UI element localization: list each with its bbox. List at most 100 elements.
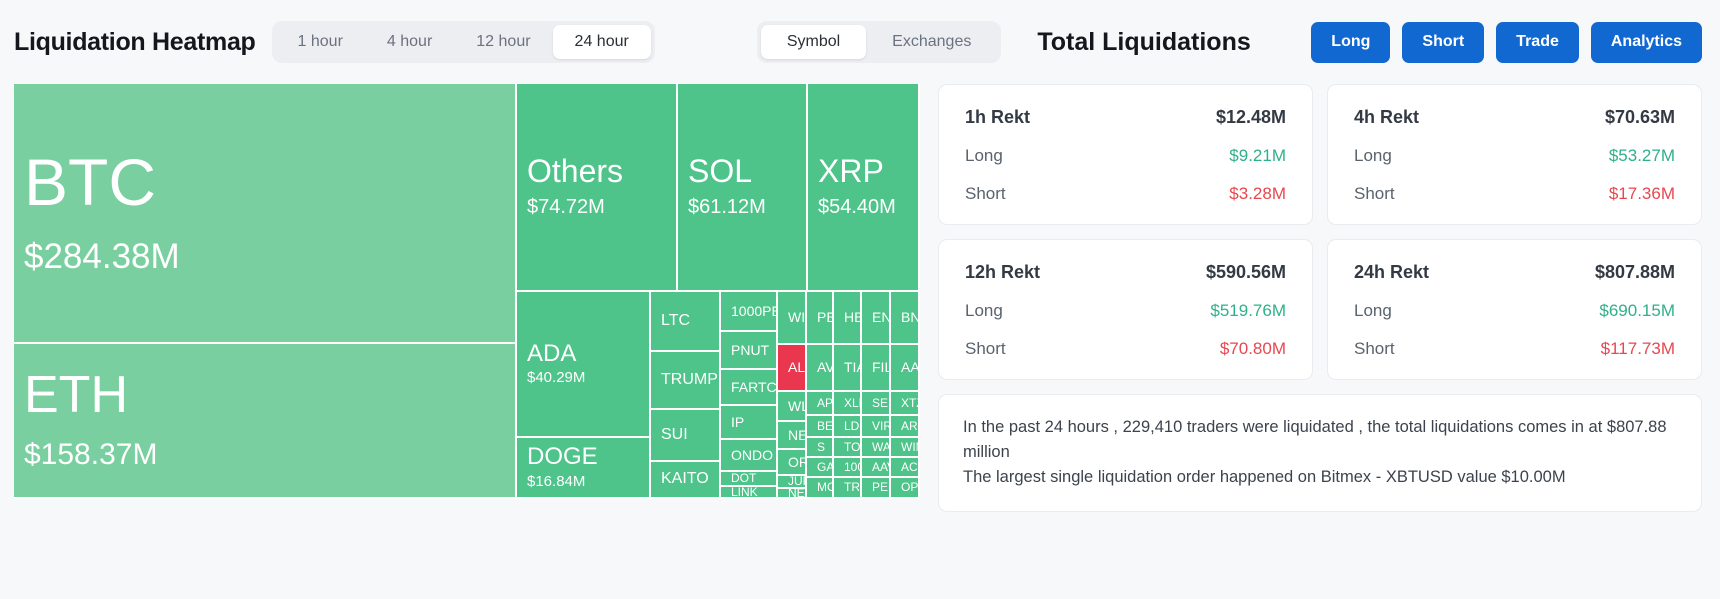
treemap-tile-near[interactable]: NEAR$3.00M [778, 489, 807, 499]
tile-value: $54.40M [818, 195, 896, 218]
tile-symbol: SOL [688, 153, 753, 190]
long-value: $690.15M [1599, 301, 1675, 320]
treemap-tile-pnut[interactable]: PNUT$8.40M [721, 332, 778, 370]
treemap-tile-ondo[interactable]: ONDO$6.30M [721, 440, 778, 472]
treemap-tile-wld[interactable]: WLD$4.60M [778, 392, 807, 422]
treemap-tile-link[interactable]: LINK$5.10M [721, 487, 778, 499]
treemap-tile-bera[interactable]: BERA$3.10M [807, 416, 834, 438]
treemap-tile-avax[interactable]: AVAX$4.40M [807, 345, 834, 392]
treemap-tile-people[interactable]: PEOPLE$4.90M [807, 292, 834, 345]
tile-symbol: BTC [24, 145, 156, 220]
timeframe-btn-24-hour[interactable]: 24 hour [552, 25, 651, 59]
treemap-tile-wif[interactable]: WIF$5.90M [778, 292, 807, 345]
mode-btn-symbol[interactable]: Symbol [760, 25, 867, 59]
tile-symbol: ARB [901, 418, 918, 433]
treemap-tile-waves[interactable]: WAVES$2.20M [862, 438, 891, 458]
rekt-total: $807.88M [1594, 262, 1675, 282]
treemap-tile-pengu[interactable]: PENGU$1.70M [862, 478, 891, 499]
treemap-tile-ldo[interactable]: LDO$2.60M [834, 416, 862, 438]
treemap-tile-sei[interactable]: SEI$2.70M [862, 392, 891, 416]
long-label-row: Long $9.21M [965, 146, 1286, 166]
tile-symbol: ETH [24, 366, 128, 425]
timeframe-btn-4-hour[interactable]: 4 hour [365, 25, 454, 59]
tile-symbol: NEIRO [788, 426, 807, 443]
timeframe-btn-1-hour[interactable]: 1 hour [276, 25, 365, 59]
treemap-tile-1000pepe[interactable]: 1000PEPE$9.80M [721, 292, 778, 332]
treemap-tile-kaito[interactable]: KAITO$8.10M [651, 462, 721, 499]
treemap-tile-aave[interactable]: AAVE$1.90M [862, 458, 891, 478]
tile-symbol: 1000PEPE [731, 302, 776, 319]
treemap-tile-aave2[interactable]: AAVE2$3.50M [891, 345, 920, 392]
treemap-tile-sui[interactable]: SUI$11.40M [651, 410, 721, 462]
treemap-tile-arb[interactable]: ARB$2.30M [891, 416, 920, 438]
treemap-tile-doge[interactable]: DOGE $16.84M [517, 438, 651, 499]
summary-line-2: The largest single liquidation order hap… [963, 467, 1566, 486]
treemap-tile-btc[interactable]: BTC $284.38M [14, 84, 517, 344]
treemap-tile-win[interactable]: WIN$2.10M [891, 438, 920, 458]
timeframe-selector[interactable]: 1 hour 4 hour 12 hour 24 hour [271, 21, 655, 63]
treemap-tile-jup[interactable]: JUP$3.20M [778, 476, 807, 489]
treemap-tile-trx[interactable]: TRX$1.80M [834, 478, 862, 499]
treemap-tile-xrp[interactable]: XRP $54.40M [808, 84, 920, 292]
liquidation-treemap[interactable]: BTC $284.38M ETH $158.37M Others $74.72M SOL $6… [14, 84, 920, 499]
header-actions: Long Short Trade Analytics [1311, 21, 1702, 63]
long-button[interactable]: Long [1311, 21, 1391, 63]
treemap-tile-ton[interactable]: TON$2.30M [834, 438, 862, 458]
treemap-tile-ena[interactable]: ENA$4.00M [862, 292, 891, 345]
treemap-tile-dot[interactable]: DOT$5.40M [721, 472, 778, 487]
long-label-row: Long $690.15M [1354, 301, 1675, 321]
treemap-tile-hbar[interactable]: HBAR$4.20M [834, 292, 862, 345]
treemap-tile-bnb[interactable]: BNB$3.80M [891, 292, 920, 345]
grouping-mode-selector[interactable]: Symbol Exchanges [756, 21, 1002, 63]
rekt-title: 4h Rekt [1354, 107, 1420, 127]
treemap-tile-ltc[interactable]: LTC$14.22M [651, 292, 721, 352]
tile-symbol: ACT [901, 459, 918, 474]
tile-symbol: ADA [527, 339, 577, 367]
tile-symbol: LDO [844, 418, 860, 433]
treemap-tile-act[interactable]: ACT$1.80M [891, 458, 920, 478]
tile-symbol: TRX [844, 480, 860, 495]
analytics-button[interactable]: Analytics [1590, 21, 1702, 63]
long-label: Long [1354, 301, 1392, 320]
treemap-tile-op[interactable]: OP$1.60M [891, 478, 920, 499]
trade-button[interactable]: Trade [1496, 21, 1579, 63]
treemap-tile-ip[interactable]: IP$6.90M [721, 406, 778, 440]
treemap-tile-fil[interactable]: FIL$3.60M [862, 345, 891, 392]
tile-value: $61.12M [688, 195, 766, 218]
treemap-tile-neiro[interactable]: NEIRO$4.10M [778, 422, 807, 450]
tile-symbol: WIN [901, 439, 918, 454]
treemap-tile-sol[interactable]: SOL $61.12M [678, 84, 808, 292]
tile-symbol: TON [844, 439, 861, 454]
long-value: $519.76M [1210, 301, 1286, 320]
tile-symbol: WLD [788, 397, 805, 414]
tile-symbol: PNUT [731, 341, 770, 358]
treemap-tile-ada[interactable]: ADA $40.29M [517, 292, 651, 438]
tile-symbol: GALA [817, 459, 834, 474]
mode-btn-exchanges[interactable]: Exchanges [866, 25, 997, 59]
tile-symbol: FIL [872, 359, 891, 376]
treemap-tile-move[interactable]: MOVE$2.10M [807, 478, 834, 499]
treemap-tile-algo[interactable]: ALGO$5.20M [778, 345, 807, 392]
tile-symbol: KAITO [661, 470, 709, 488]
tile-symbol: OP [901, 480, 919, 495]
short-button[interactable]: Short [1402, 21, 1485, 63]
treemap-tile-fartcoin[interactable]: FARTCOIN$7.60M [721, 370, 778, 406]
tile-symbol: WIF [788, 309, 806, 326]
treemap-tile-api3[interactable]: API3$3.40M [807, 392, 834, 416]
treemap-tile-xlm[interactable]: XLM$2.90M [834, 392, 862, 416]
rekt-title: 12h Rekt [965, 262, 1041, 282]
treemap-tile-s[interactable]: S$2.80M [807, 438, 834, 458]
treemap-tile-trump[interactable]: TRUMP$12.90M [651, 352, 721, 410]
timeframe-btn-12-hour[interactable]: 12 hour [454, 25, 552, 59]
treemap-tile-gala[interactable]: GALA$2.40M [807, 458, 834, 478]
treemap-tile-virtual[interactable]: VIRTUAL$2.50M [862, 416, 891, 438]
treemap-tile-xtz[interactable]: XTZ$2.60M [891, 392, 920, 416]
tile-symbol: LINK [731, 487, 758, 499]
treemap-tile-ordi[interactable]: ORDI$3.70M [778, 450, 807, 476]
treemap-tile-others[interactable]: Others $74.72M [517, 84, 678, 292]
treemap-tile-tia[interactable]: TIA$3.90M [834, 345, 862, 392]
treemap-tile-eth[interactable]: ETH $158.37M [14, 344, 517, 499]
long-label-row: Long $519.76M [965, 301, 1286, 321]
treemap-tile-1000shib[interactable]: 1000SHIB$2.00M [834, 458, 862, 478]
tile-symbol: JUP [788, 476, 805, 489]
